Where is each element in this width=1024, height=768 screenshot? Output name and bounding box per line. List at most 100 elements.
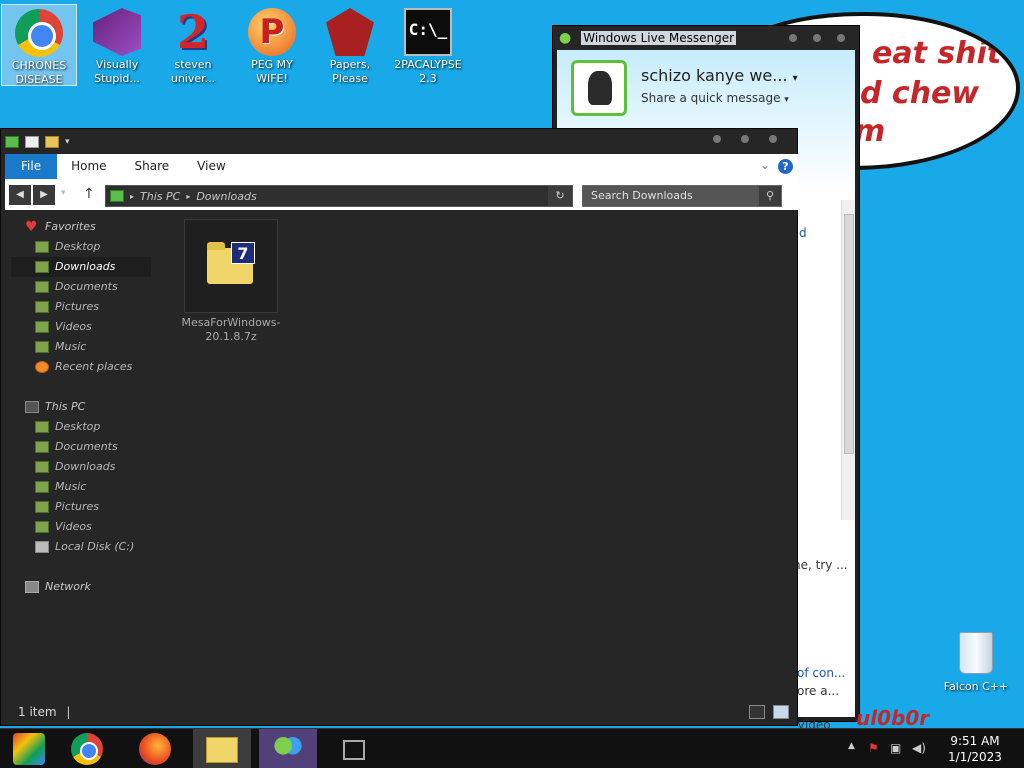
folder-icon — [110, 190, 124, 202]
search-icon[interactable]: ⚲ — [759, 186, 781, 206]
desktop-icon-recycle-bin[interactable]: Falcon C++ — [940, 632, 1012, 693]
messenger-titlebar[interactable]: ● Windows Live Messenger — [553, 26, 859, 50]
downloads-icon — [35, 261, 49, 273]
chevron-up-icon[interactable]: ▲ — [848, 741, 855, 751]
taskbar-file-explorer[interactable] — [193, 729, 251, 768]
nav-label: Documents — [55, 280, 118, 293]
music-icon — [35, 481, 49, 493]
desktop-icon-papers-please[interactable]: Papers, Please — [312, 4, 388, 86]
action-center-icon[interactable]: ⚑ — [868, 741, 879, 755]
scrollbar-thumb[interactable] — [844, 214, 854, 454]
start-icon — [13, 733, 45, 765]
taskbar-messenger[interactable] — [259, 729, 317, 768]
properties-icon[interactable] — [25, 136, 39, 148]
network-icon[interactable]: ▣ — [890, 741, 901, 755]
search-input[interactable]: Search Downloads ⚲ — [582, 185, 782, 207]
chevron-down-icon[interactable]: ▾ — [784, 95, 789, 105]
taskbar-firefox[interactable] — [126, 729, 184, 768]
details-view-button[interactable] — [749, 705, 765, 719]
nav-item-downloads[interactable]: Downloads — [11, 457, 151, 477]
desktop-icon-label: Papers, Please — [329, 58, 371, 85]
peggle-icon: P — [248, 8, 296, 56]
volume-icon[interactable]: ◀) — [912, 741, 926, 755]
nav-this-pc[interactable]: This PC — [11, 397, 151, 417]
nav-item-pictures[interactable]: Pictures — [11, 497, 151, 517]
desktop-icon-steven-universe[interactable]: 2 steven univer... — [155, 4, 231, 86]
scrollbar[interactable] — [841, 200, 855, 520]
nav-favorites[interactable]: ♥ Favorites — [11, 217, 151, 237]
nav-item-documents[interactable]: Documents — [11, 437, 151, 457]
maximize-button[interactable] — [741, 135, 749, 143]
nav-item-documents[interactable]: Documents — [11, 277, 151, 297]
bubble-text-line: d chew — [860, 76, 980, 111]
start-button[interactable] — [0, 729, 58, 768]
explorer-icon — [5, 136, 19, 148]
chevron-down-icon[interactable]: ⌄ — [760, 158, 770, 172]
breadcrumb-downloads[interactable]: Downloads — [196, 190, 256, 203]
address-bar[interactable]: ▸ This PC ▸ Downloads ↻ — [105, 185, 573, 207]
computer-icon — [25, 401, 39, 413]
desktop-icon-2pacalypse[interactable]: C:\_ 2PACALYPSE 2.3 — [390, 4, 466, 86]
nav-label: Documents — [55, 440, 118, 453]
back-button[interactable]: ◀ — [9, 185, 31, 205]
nav-item-desktop[interactable]: Desktop — [11, 417, 151, 437]
nav-item-desktop[interactable]: Desktop — [11, 237, 151, 257]
taskbar-chrome[interactable] — [58, 729, 116, 768]
minimize-button[interactable] — [713, 135, 721, 143]
new-folder-icon[interactable] — [45, 136, 59, 148]
file-item[interactable]: 7 — [184, 219, 278, 313]
side-text: d — [799, 226, 807, 240]
nav-label: Music — [55, 480, 87, 493]
clock[interactable]: 9:51 AM 1/1/2023 — [940, 733, 1010, 765]
file-explorer-window[interactable]: ▾ File Home Share View ⌄ ? ◀ ▶ ▾ ↑ ▸ Thi… — [0, 128, 798, 726]
messenger-icon — [272, 733, 304, 765]
desktop-icon-label: CHRONES DISEASE — [11, 59, 67, 86]
pictures-icon — [35, 301, 49, 313]
navigation-pane: ♥ Favorites Desktop Downloads Documents P… — [11, 217, 151, 597]
maximize-button[interactable] — [813, 34, 821, 42]
desktop-icon-visual-studio[interactable]: Visually Stupid... — [79, 4, 155, 86]
nav-item-videos[interactable]: Videos — [11, 517, 151, 537]
nav-label: Pictures — [55, 300, 100, 313]
desktop-icon-label: steven univer... — [170, 58, 216, 85]
minimize-button[interactable] — [789, 34, 797, 42]
nav-item-downloads[interactable]: Downloads — [11, 257, 151, 277]
avatar[interactable] — [571, 60, 627, 116]
nav-item-music[interactable]: Music — [11, 477, 151, 497]
file-name[interactable]: MesaForWindows-20.1.8.7z — [179, 316, 283, 344]
nav-item-music[interactable]: Music — [11, 337, 151, 357]
desktop-icon-chrones-disease[interactable]: CHRONES DISEASE — [1, 4, 77, 86]
recent-locations-icon[interactable]: ▾ — [61, 188, 66, 198]
taskbar-task-view[interactable] — [325, 729, 383, 768]
tab-share[interactable]: Share — [121, 154, 184, 179]
desktop-icon-label: Visually Stupid... — [94, 58, 140, 85]
chevron-down-icon[interactable]: ▾ — [793, 73, 798, 84]
display-name[interactable]: schizo kanye we... ▾ — [641, 66, 798, 85]
tab-file[interactable]: File — [5, 154, 58, 179]
close-button[interactable] — [837, 34, 845, 42]
display-name-text: schizo kanye we... — [641, 66, 788, 85]
nav-item-pictures[interactable]: Pictures — [11, 297, 151, 317]
chevron-down-icon[interactable]: ▾ — [65, 137, 70, 147]
nav-label: Downloads — [55, 460, 116, 473]
nav-item-recent-places[interactable]: Recent places — [11, 357, 151, 377]
tab-view[interactable]: View — [183, 154, 239, 179]
nav-item-local-disk[interactable]: Local Disk (C:) — [11, 537, 151, 557]
nav-network[interactable]: Network — [11, 577, 151, 597]
tab-home[interactable]: Home — [57, 154, 120, 179]
breadcrumb-this-pc[interactable]: This PC — [140, 190, 180, 203]
status-message[interactable]: Share a quick message ▾ — [641, 91, 789, 105]
search-placeholder: Search Downloads — [591, 189, 693, 202]
nav-item-videos[interactable]: Videos — [11, 317, 151, 337]
refresh-icon[interactable]: ↻ — [548, 186, 572, 206]
hard-drive-icon — [35, 541, 49, 553]
up-arrow-icon[interactable]: ↑ — [83, 186, 95, 202]
forward-button[interactable]: ▶ — [33, 185, 55, 205]
close-button[interactable] — [769, 135, 777, 143]
network-icon — [25, 581, 39, 593]
help-icon[interactable]: ? — [778, 159, 793, 174]
large-icons-view-button[interactable] — [773, 705, 789, 719]
desktop-icon-peggle[interactable]: P PEG MY WIFE! — [234, 4, 310, 86]
status-separator: | — [66, 705, 71, 719]
side-text: ne, try ... — [793, 558, 848, 572]
